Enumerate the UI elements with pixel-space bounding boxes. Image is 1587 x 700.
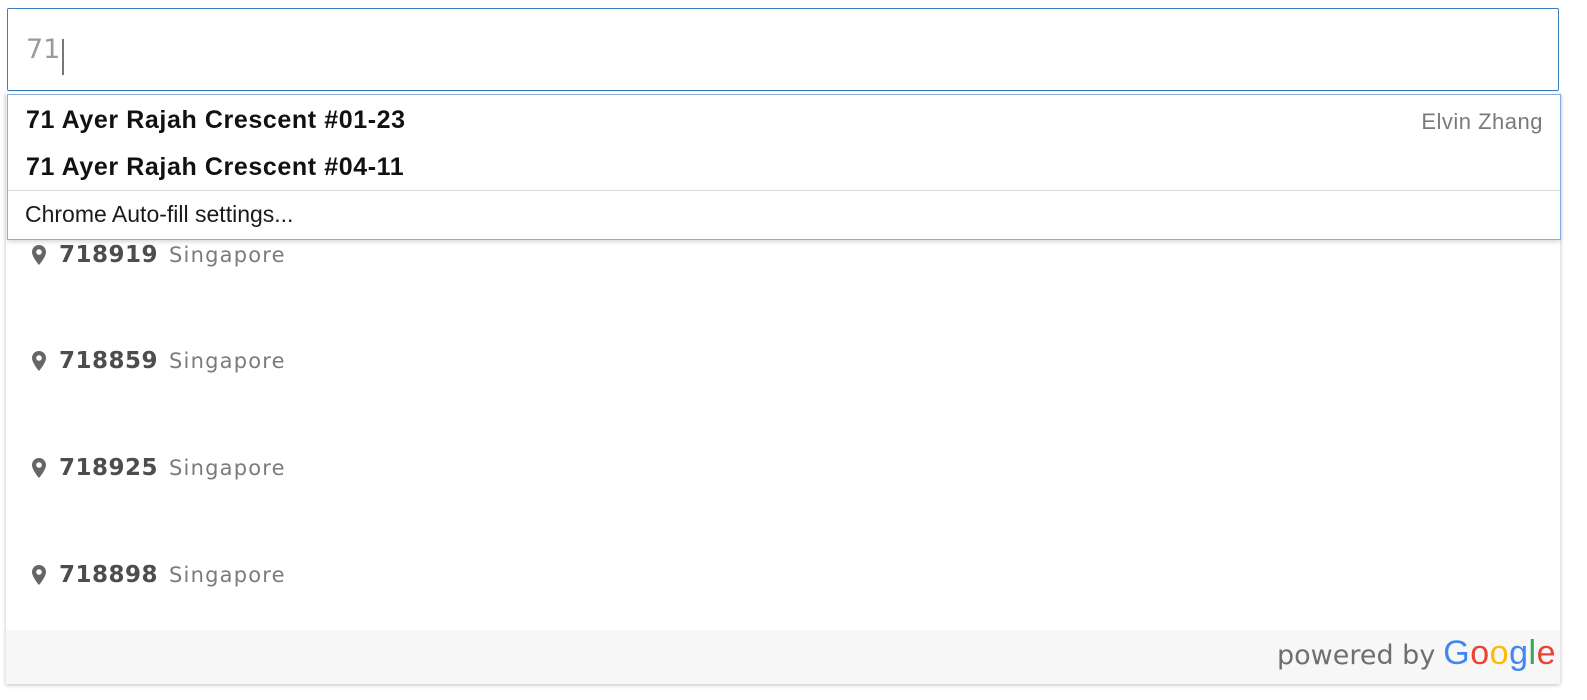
autofill-settings-label: Chrome Auto-fill settings... [25, 201, 294, 227]
address-search-input[interactable] [26, 9, 1526, 89]
place-suggestion-item[interactable]: 718925 Singapore [32, 448, 286, 488]
autofill-settings-link[interactable]: Chrome Auto-fill settings... [8, 191, 1560, 239]
google-logo-letter: o [1470, 634, 1490, 672]
place-postal-code: 718925 [59, 455, 159, 481]
autofill-address: 71 Ayer Rajah Crescent #04-11 [26, 153, 405, 181]
place-country: Singapore [169, 456, 286, 480]
google-logo-letter: e [1536, 634, 1556, 672]
place-postal-code: 718919 [59, 242, 159, 268]
powered-by-text: powered by [1276, 640, 1436, 671]
text-cursor [62, 39, 64, 75]
address-search-box[interactable] [7, 8, 1559, 91]
map-pin-icon [32, 458, 46, 478]
place-postal-code: 718859 [59, 348, 159, 374]
google-logo-letter: G [1443, 634, 1471, 672]
map-pin-icon [32, 245, 46, 265]
autofill-suggestion[interactable]: 71 Ayer Rajah Crescent #01-23 Elvin Zhan… [8, 97, 1560, 143]
place-country: Singapore [169, 243, 286, 267]
autofill-profile-name: Elvin Zhang [1421, 109, 1543, 134]
place-suggestion-item[interactable]: 718919 Singapore [32, 235, 286, 275]
google-logo: Google [1443, 634, 1556, 673]
place-postal-code: 718898 [59, 562, 159, 588]
autofill-address: 71 Ayer Rajah Crescent #01-23 [26, 106, 406, 134]
powered-by-google: powered by Google [1277, 634, 1556, 673]
map-pin-icon [32, 351, 46, 371]
places-footer: powered by Google [6, 630, 1560, 684]
place-suggestion-item[interactable]: 718859 Singapore [32, 341, 286, 381]
place-country: Singapore [169, 349, 286, 373]
google-logo-letter: l [1528, 634, 1537, 672]
google-logo-letter: g [1509, 634, 1529, 672]
google-logo-letter: o [1489, 634, 1510, 672]
map-pin-icon [32, 565, 46, 585]
place-suggestion-item[interactable]: 718898 Singapore [32, 555, 286, 595]
place-country: Singapore [169, 563, 286, 587]
autofill-dropdown: 71 Ayer Rajah Crescent #01-23 Elvin Zhan… [7, 94, 1561, 240]
autofill-suggestion[interactable]: 71 Ayer Rajah Crescent #04-11 [8, 144, 1560, 190]
